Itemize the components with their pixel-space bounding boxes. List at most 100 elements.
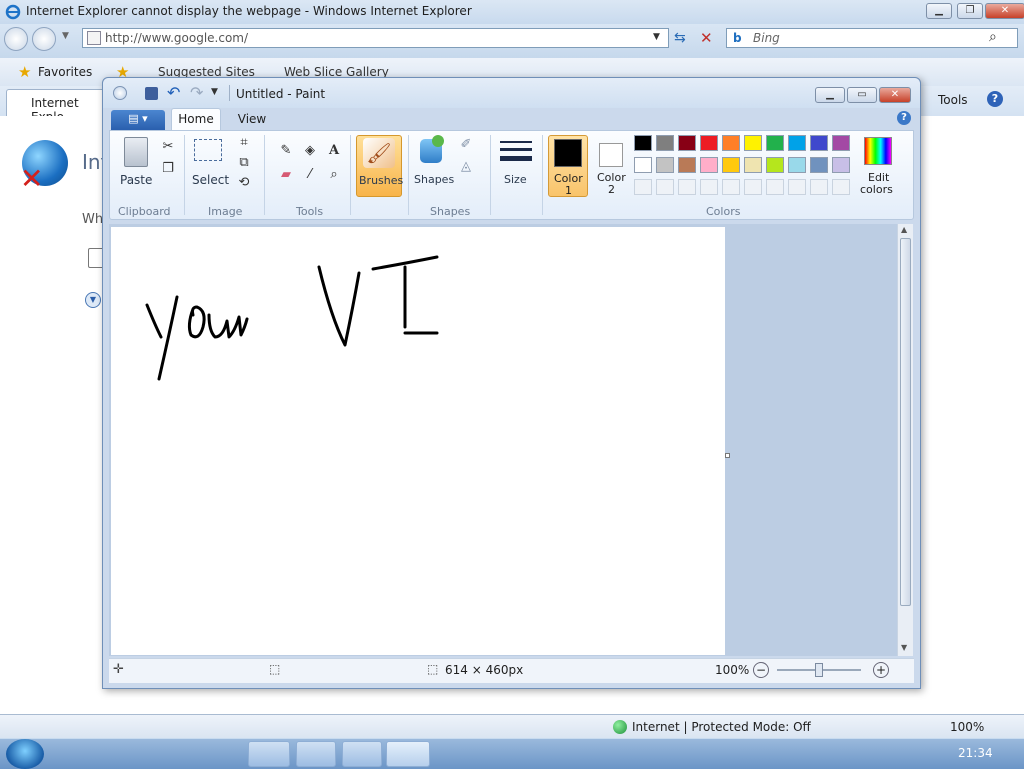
magnifier-icon[interactable]: ⌕ [324, 165, 344, 185]
palette-swatch[interactable] [788, 157, 806, 173]
cut-icon[interactable]: ✂ [158, 137, 178, 157]
forward-button[interactable] [32, 27, 56, 51]
tab-view[interactable]: View [227, 110, 277, 130]
taskbar-calculator-button[interactable] [296, 741, 336, 767]
palette-swatch[interactable] [766, 157, 784, 173]
zoom-out-button[interactable]: − [753, 662, 769, 678]
back-button[interactable] [4, 27, 28, 51]
color-palette [634, 135, 856, 199]
tab-home[interactable]: Home [171, 108, 221, 130]
save-icon[interactable] [145, 87, 158, 100]
taskbar-ie-button[interactable] [248, 741, 290, 767]
palette-swatch[interactable] [634, 135, 652, 151]
recent-pages-dropdown-icon[interactable]: ▼ [62, 31, 69, 41]
color2-button[interactable]: Color 2 [592, 135, 632, 197]
scroll-down-icon[interactable]: ▼ [901, 643, 907, 652]
palette-empty-slot[interactable] [678, 179, 696, 195]
size-button[interactable]: Size [498, 135, 534, 195]
canvas-resize-handle[interactable] [725, 453, 730, 458]
palette-swatch[interactable] [656, 157, 674, 173]
taskbar-app-button[interactable] [342, 741, 382, 767]
shapes-button[interactable]: Shapes [414, 135, 454, 195]
palette-empty-slot[interactable] [766, 179, 784, 195]
redo-icon[interactable]: ↷ [190, 83, 203, 102]
palette-empty-slot[interactable] [744, 179, 762, 195]
eraser-icon[interactable]: ▰ [276, 165, 296, 185]
palette-swatch[interactable] [832, 157, 850, 173]
ie-zoom-level[interactable]: 100% [950, 720, 984, 734]
paint-help-icon[interactable]: ? [897, 111, 911, 125]
brushes-button[interactable]: 🖌 Brushes [356, 135, 403, 197]
stop-icon[interactable]: ✕ [700, 29, 713, 47]
palette-swatch[interactable] [744, 157, 762, 173]
edit-colors-button[interactable]: Edit colors [856, 135, 900, 197]
palette-empty-slot[interactable] [700, 179, 718, 195]
palette-swatch[interactable] [678, 135, 696, 151]
start-button-icon[interactable] [6, 739, 44, 769]
maximize-button[interactable]: ❐ [957, 3, 983, 19]
palette-swatch[interactable] [744, 135, 762, 151]
paint-minimize-button[interactable]: ▁ [815, 87, 845, 103]
zoom-in-button[interactable]: + [873, 662, 889, 678]
paint-maximize-button[interactable]: ▭ [847, 87, 877, 103]
taskbar-paint-button[interactable] [386, 741, 430, 767]
palette-empty-slot[interactable] [832, 179, 850, 195]
clock[interactable]: 21:34 [958, 746, 993, 760]
undo-icon[interactable]: ↶ [167, 83, 180, 102]
crop-icon[interactable]: ⌗ [234, 133, 254, 153]
palette-swatch[interactable] [656, 135, 674, 151]
outline-icon[interactable]: ✐ [456, 135, 476, 155]
text-tool-icon[interactable]: A [324, 141, 344, 161]
paint-close-button[interactable]: ✕ [879, 87, 911, 103]
minimize-button[interactable]: ▁ [926, 3, 952, 19]
palette-swatch[interactable] [788, 135, 806, 151]
search-icon[interactable]: ⌕ [989, 29, 997, 45]
color1-button[interactable]: Color 1 [548, 135, 588, 197]
ribbon-separator [184, 135, 185, 215]
palette-empty-slot[interactable] [810, 179, 828, 195]
vertical-scrollbar[interactable]: ▲ ▼ [897, 224, 913, 656]
tab-current[interactable]: Internet Explo [6, 89, 108, 124]
quick-access-dropdown-icon[interactable]: ▼ [211, 87, 218, 97]
select-icon [194, 139, 222, 161]
palette-swatch[interactable] [832, 135, 850, 151]
scrollbar-thumb[interactable] [900, 238, 911, 606]
error-x-icon: ✕ [20, 162, 44, 195]
paste-button[interactable]: Paste [118, 135, 154, 191]
palette-empty-slot[interactable] [634, 179, 652, 195]
address-bar[interactable]: http://www.google.com/ ▼ [82, 28, 669, 48]
close-button[interactable]: ✕ [985, 3, 1024, 19]
palette-empty-slot[interactable] [722, 179, 740, 195]
palette-swatch[interactable] [700, 135, 718, 151]
palette-swatch[interactable] [678, 157, 696, 173]
copy-icon[interactable]: ❐ [158, 159, 178, 179]
palette-empty-slot[interactable] [788, 179, 806, 195]
palette-swatch[interactable] [810, 135, 828, 151]
palette-swatch[interactable] [810, 157, 828, 173]
color-picker-icon[interactable]: ⁄ [300, 165, 320, 185]
refresh-icon[interactable]: ⇆ [674, 30, 686, 46]
search-box[interactable]: b Bing ⌕ [726, 28, 1018, 48]
paint-menu-button[interactable]: ▤ ▾ [111, 110, 165, 130]
palette-swatch[interactable] [722, 135, 740, 151]
palette-swatch[interactable] [700, 157, 718, 173]
favorites-button[interactable]: Favorites [38, 65, 92, 79]
fill-shape-icon[interactable]: ◬ [456, 157, 476, 177]
zoom-slider-thumb[interactable] [815, 663, 823, 677]
help-icon[interactable]: ? [987, 91, 1003, 107]
pencil-icon[interactable]: ✎ [276, 141, 296, 161]
select-button[interactable]: Select [190, 135, 230, 191]
drawing-canvas[interactable] [111, 227, 730, 655]
fill-icon[interactable]: ◈ [300, 141, 320, 161]
tools-menu[interactable]: Tools [938, 93, 968, 107]
resize-icon[interactable]: ⧉ [234, 153, 254, 173]
rotate-icon[interactable]: ⟲ [234, 173, 254, 193]
size-line-medium [500, 148, 532, 151]
palette-swatch[interactable] [634, 157, 652, 173]
palette-empty-slot[interactable] [656, 179, 674, 195]
address-dropdown-icon[interactable]: ▼ [653, 32, 660, 42]
palette-swatch[interactable] [722, 157, 740, 173]
scroll-up-icon[interactable]: ▲ [901, 225, 907, 234]
more-info-expand-icon[interactable]: ▼ [85, 292, 101, 308]
palette-swatch[interactable] [766, 135, 784, 151]
